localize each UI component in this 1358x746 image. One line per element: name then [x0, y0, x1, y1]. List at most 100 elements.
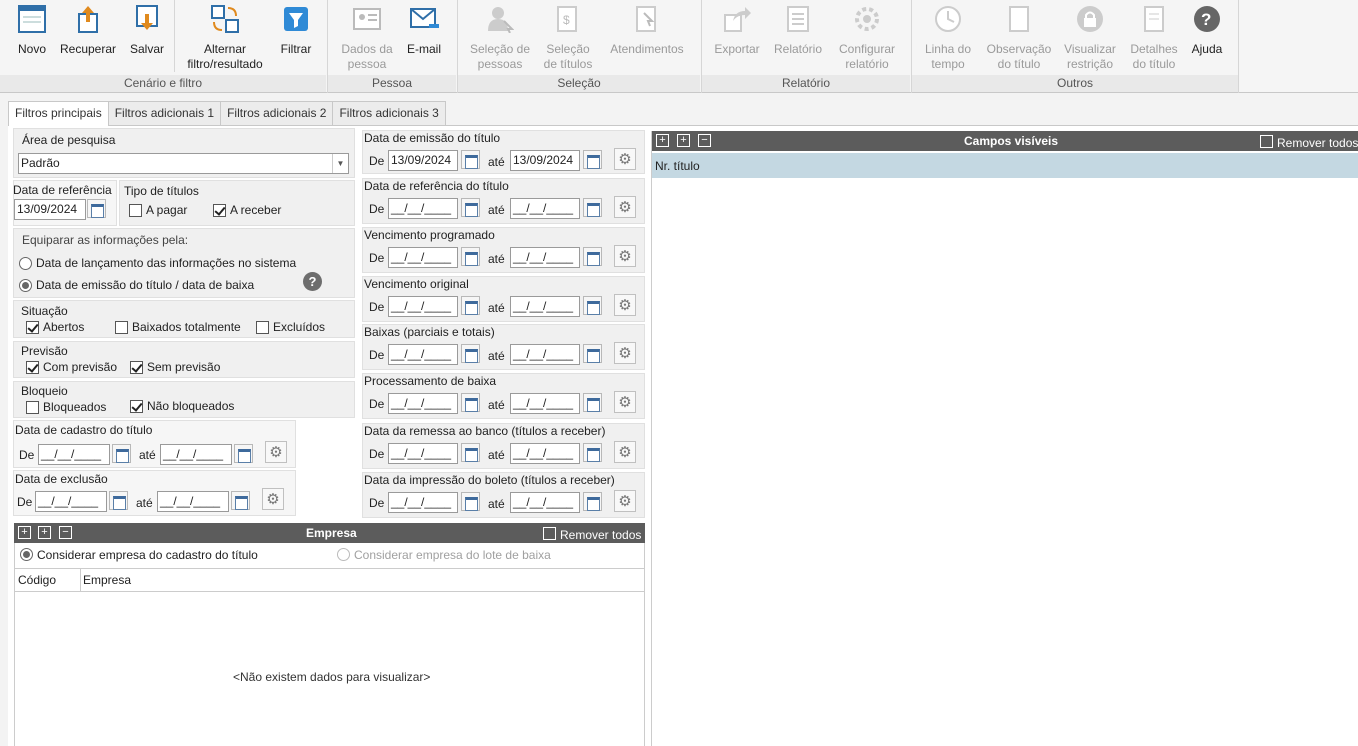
calendar-icon[interactable] [583, 247, 602, 266]
data-referencia-input[interactable]: 13/09/2024 [14, 199, 86, 220]
exclusao-to-input[interactable]: __/__/____ [157, 491, 229, 512]
calendar-icon[interactable] [583, 443, 602, 462]
atendimentos-button[interactable]: Atendimentos [606, 4, 688, 57]
calendar-icon[interactable] [109, 491, 128, 510]
detalhes-titulo-button[interactable]: Detalhes do título [1128, 4, 1180, 72]
col-empresa[interactable]: Empresa [83, 573, 131, 587]
cadastro-from-input[interactable]: __/__/____ [38, 444, 110, 465]
add-icon[interactable]: + [18, 526, 31, 539]
relatorio-button[interactable]: Relatório [772, 4, 824, 57]
calendar-icon[interactable] [583, 393, 602, 412]
tab-filtros-principais[interactable]: Filtros principais [8, 101, 109, 126]
calendar-icon[interactable] [583, 150, 602, 169]
salvar-button[interactable]: Salvar [128, 4, 166, 57]
nao-bloqueados-checkbox[interactable] [130, 400, 143, 413]
calendar-icon[interactable] [461, 247, 480, 266]
date-to-input[interactable]: __/__/____ [510, 443, 580, 464]
a-pagar-checkbox[interactable] [129, 204, 142, 217]
date-from-input[interactable]: __/__/____ [388, 247, 458, 268]
linha-tempo-button[interactable]: Linha do tempo [920, 4, 976, 72]
calendar-icon[interactable] [583, 296, 602, 315]
calendar-icon[interactable] [461, 492, 480, 511]
gear-icon[interactable]: ⚙ [614, 196, 636, 218]
date-from-input[interactable]: 13/09/2024 [388, 150, 458, 171]
bloqueados-checkbox[interactable] [26, 401, 39, 414]
add-all-icon[interactable]: + [38, 526, 51, 539]
exportar-button[interactable]: Exportar [712, 4, 762, 57]
baixados-checkbox[interactable] [115, 321, 128, 334]
date-to-input[interactable]: __/__/____ [510, 296, 580, 317]
date-from-input[interactable]: __/__/____ [388, 443, 458, 464]
gear-icon[interactable]: ⚙ [262, 488, 284, 510]
ajuda-button[interactable]: ? Ajuda [1188, 4, 1226, 57]
chevron-down-icon[interactable]: ▼ [332, 154, 348, 173]
date-to-input[interactable]: __/__/____ [510, 344, 580, 365]
novo-button[interactable]: Novo [14, 4, 50, 57]
radio-empresa-cadastro[interactable] [20, 548, 33, 561]
radio-emissao[interactable] [19, 279, 32, 292]
radio-empresa-lote[interactable] [337, 548, 350, 561]
tab-filtros-adicionais-1[interactable]: Filtros adicionais 1 [107, 101, 222, 125]
gear-icon[interactable]: ⚙ [614, 490, 636, 512]
tab-filtros-adicionais-3[interactable]: Filtros adicionais 3 [332, 101, 446, 125]
abertos-checkbox[interactable] [26, 321, 39, 334]
date-from-input[interactable]: __/__/____ [388, 344, 458, 365]
excluidos-checkbox[interactable] [256, 321, 269, 334]
date-from-input[interactable]: __/__/____ [388, 198, 458, 219]
selecao-titulos-button[interactable]: $ Seleção de títulos [542, 4, 594, 72]
date-to-input[interactable]: __/__/____ [510, 393, 580, 414]
radio-lancamento[interactable] [19, 257, 32, 270]
calendar-icon[interactable] [583, 492, 602, 511]
tab-filtros-adicionais-2[interactable]: Filtros adicionais 2 [220, 101, 334, 125]
configurar-relatorio-button[interactable]: Configurar relatório [834, 4, 900, 72]
date-to-input[interactable]: __/__/____ [510, 198, 580, 219]
area-pesquisa-select[interactable]: Padrão ▼ [18, 153, 349, 174]
a-receber-checkbox[interactable] [213, 204, 226, 217]
calendar-icon[interactable] [231, 491, 250, 510]
selecao-pessoas-button[interactable]: Seleção de pessoas [468, 4, 532, 72]
calendar-icon[interactable] [461, 198, 480, 217]
help-icon[interactable]: ? [303, 272, 322, 291]
cadastro-to-input[interactable]: __/__/____ [160, 444, 232, 465]
date-from-input[interactable]: __/__/____ [388, 296, 458, 317]
calendar-icon[interactable] [461, 393, 480, 412]
remove-icon[interactable]: − [698, 134, 711, 147]
empresa-remover-button[interactable]: Remover todos [543, 526, 641, 542]
gear-icon[interactable]: ⚙ [614, 391, 636, 413]
campos-row-selected[interactable]: Nr. título [652, 153, 1358, 178]
observacao-titulo-button[interactable]: Observação do título [984, 4, 1054, 72]
calendar-icon[interactable] [461, 296, 480, 315]
gear-icon[interactable]: ⚙ [614, 245, 636, 267]
calendar-icon[interactable] [461, 150, 480, 169]
date-from-input[interactable]: __/__/____ [388, 393, 458, 414]
campos-remover-button[interactable]: Remover todos [1260, 134, 1358, 150]
gear-icon[interactable]: ⚙ [614, 148, 636, 170]
date-from-input[interactable]: __/__/____ [388, 492, 458, 513]
gear-icon[interactable]: ⚙ [265, 441, 287, 463]
remove-icon[interactable]: − [59, 526, 72, 539]
com-previsao-checkbox[interactable] [26, 361, 39, 374]
visualizar-restricao-button[interactable]: Visualizar restrição [1062, 4, 1118, 72]
calendar-icon[interactable] [583, 198, 602, 217]
add-all-icon[interactable]: + [677, 134, 690, 147]
dados-pessoa-button[interactable]: Dados da pessoa [338, 4, 396, 72]
calendar-icon[interactable] [461, 443, 480, 462]
col-codigo[interactable]: Código [18, 573, 56, 587]
calendar-icon[interactable] [234, 444, 253, 463]
email-button[interactable]: E-mail [404, 4, 444, 57]
calendar-icon[interactable] [461, 344, 480, 363]
calendar-icon[interactable] [112, 444, 131, 463]
date-to-input[interactable]: 13/09/2024 [510, 150, 580, 171]
exclusao-from-input[interactable]: __/__/____ [35, 491, 107, 512]
add-icon[interactable]: + [656, 134, 669, 147]
gear-icon[interactable]: ⚙ [614, 342, 636, 364]
filtrar-button[interactable]: Filtrar [278, 4, 314, 57]
calendar-icon[interactable] [87, 199, 106, 218]
gear-icon[interactable]: ⚙ [614, 294, 636, 316]
date-to-input[interactable]: __/__/____ [510, 492, 580, 513]
date-to-input[interactable]: __/__/____ [510, 247, 580, 268]
gear-icon[interactable]: ⚙ [614, 441, 636, 463]
recuperar-button[interactable]: Recuperar [60, 4, 116, 57]
sem-previsao-checkbox[interactable] [130, 361, 143, 374]
alternar-button[interactable]: Alternar filtro/resultado [182, 4, 268, 72]
